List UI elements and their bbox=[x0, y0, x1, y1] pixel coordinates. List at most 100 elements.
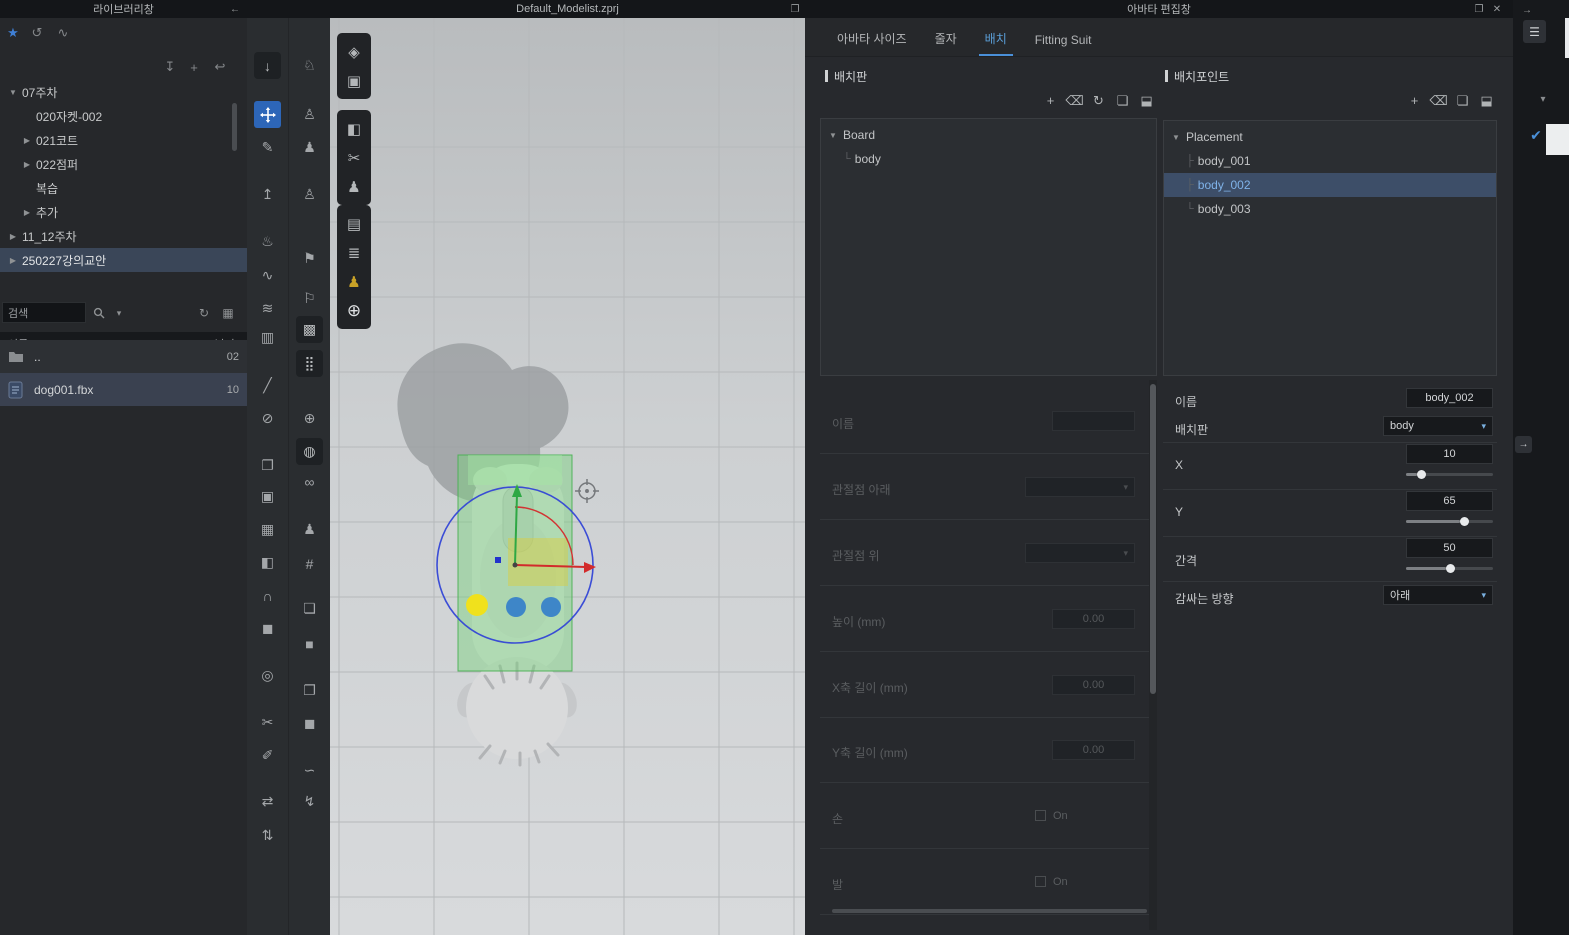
tape-tool[interactable]: ∽ bbox=[296, 757, 323, 784]
grid-view-icon[interactable]: ▦ bbox=[219, 304, 237, 322]
measure-tool[interactable]: ▥ bbox=[254, 324, 281, 351]
search-input[interactable] bbox=[2, 302, 86, 323]
board-root-row[interactable]: ▼ Board bbox=[821, 123, 1156, 147]
y-value-input[interactable]: 65 bbox=[1406, 491, 1493, 511]
viewport-titlebar[interactable]: Default_Modelist.zprj ❐ bbox=[330, 0, 805, 18]
placement-point[interactable] bbox=[541, 597, 561, 617]
bend-arrow-tool[interactable]: ↯ bbox=[296, 788, 323, 815]
cube-view-button[interactable]: ◈ bbox=[337, 37, 371, 66]
y-length-input[interactable]: 0.00 bbox=[1052, 740, 1135, 760]
expand-icon[interactable]: ▶ bbox=[8, 232, 18, 241]
pointer-down-tool[interactable]: ↓ bbox=[254, 52, 281, 79]
checker-pattern-tool[interactable]: ▩ bbox=[296, 316, 323, 343]
hand-checkbox[interactable] bbox=[1035, 810, 1046, 821]
pose-b-tool[interactable]: ♟ bbox=[296, 134, 323, 161]
viewport-canvas[interactable]: ◈ ▣ ◧ ✂ ♟ ▤ ≣ ♟ ⊕ bbox=[330, 18, 805, 935]
grid-ruler-tool[interactable]: # bbox=[296, 550, 323, 577]
file-row[interactable]: .. 02 bbox=[0, 340, 247, 373]
sync-icon[interactable]: ↺ bbox=[26, 22, 48, 44]
tree-item[interactable]: ▶022점퍼 bbox=[0, 152, 247, 176]
undo-icon[interactable]: ↩ bbox=[209, 56, 231, 78]
expand-icon[interactable]: ▼ bbox=[8, 88, 18, 97]
brush-tool[interactable]: ✐ bbox=[254, 742, 281, 769]
point-name-input[interactable]: body_002 bbox=[1406, 388, 1493, 408]
placement-item-row[interactable]: └ body_003 bbox=[1164, 197, 1496, 221]
download-icon[interactable]: ↧ bbox=[159, 56, 181, 78]
shirt-view-button[interactable]: ◧ bbox=[337, 114, 371, 143]
horizontal-scrollbar[interactable] bbox=[832, 909, 1147, 913]
fill-frame-tool[interactable]: ■ bbox=[296, 630, 323, 657]
save-board-icon[interactable]: ⬓ bbox=[1138, 92, 1155, 109]
float-window-icon[interactable]: ❐ bbox=[787, 0, 803, 18]
globe-add-tool[interactable]: ⊕ bbox=[296, 405, 323, 432]
flip-page-tool[interactable]: ❐ bbox=[254, 452, 281, 479]
board-select[interactable]: body ▾ bbox=[1383, 416, 1493, 436]
garment-half-tool[interactable]: ◧ bbox=[254, 549, 281, 576]
visible-check-icon[interactable]: ✔ bbox=[1527, 126, 1545, 144]
foot-checkbox[interactable] bbox=[1035, 876, 1046, 887]
gap-value-input[interactable]: 50 bbox=[1406, 538, 1493, 558]
sewing-tool[interactable]: ∿ bbox=[254, 262, 281, 289]
add-board-icon[interactable]: + bbox=[1042, 92, 1059, 109]
scissors-tool[interactable]: ✂ bbox=[254, 709, 281, 736]
flip-horizontal-tool[interactable]: ⇄ bbox=[254, 788, 281, 815]
expand-icon[interactable]: ▶ bbox=[22, 160, 32, 169]
expand-icon[interactable]: ▶ bbox=[22, 136, 32, 145]
walk-pose-tool[interactable]: ♘ bbox=[296, 52, 323, 79]
expand-icon[interactable]: ▶ bbox=[22, 208, 32, 217]
avatar-view-button[interactable]: ♟ bbox=[337, 172, 371, 201]
x-length-input[interactable]: 0.00 bbox=[1052, 675, 1135, 695]
collapse-left-icon[interactable]: ← bbox=[227, 0, 243, 18]
y-slider[interactable] bbox=[1406, 517, 1493, 526]
search-options-caret-icon[interactable]: ▾ bbox=[110, 304, 128, 322]
tab-avatar-size[interactable]: 아바타 사이즈 bbox=[823, 30, 921, 56]
refresh-icon[interactable]: ↻ bbox=[195, 304, 213, 322]
flip-vertical-tool[interactable]: ⇅ bbox=[254, 822, 281, 849]
frame-alt-tool[interactable]: ❐ bbox=[296, 677, 323, 704]
close-icon[interactable]: ✕ bbox=[1489, 0, 1505, 18]
pin-tool[interactable]: ↥ bbox=[254, 181, 281, 208]
placement-item-row[interactable]: ├ body_001 bbox=[1164, 149, 1496, 173]
tack-tool[interactable]: ⊘ bbox=[254, 405, 281, 432]
color-swatch[interactable] bbox=[1546, 124, 1569, 155]
placement-item-row-selected[interactable]: ├ body_002 bbox=[1164, 173, 1496, 197]
garment-dark-tool[interactable]: ◼ bbox=[254, 615, 281, 642]
layer-list-button[interactable]: ☰ bbox=[1523, 20, 1546, 43]
fabric-view-button[interactable]: ▤ bbox=[337, 209, 371, 238]
stitch-tool[interactable]: ≋ bbox=[254, 295, 281, 322]
dock-caret-icon[interactable]: ▾ bbox=[1535, 92, 1551, 106]
expand-icon[interactable]: ▶ bbox=[8, 256, 18, 265]
frame-tool[interactable]: ❏ bbox=[296, 595, 323, 622]
dock-arrow-icon[interactable]: → bbox=[1519, 2, 1535, 18]
scrollbar-thumb[interactable] bbox=[1150, 384, 1156, 694]
tree-item[interactable]: ▼07주차 bbox=[0, 80, 247, 104]
curve-pen-tool[interactable]: ✎ bbox=[254, 134, 281, 161]
slider-thumb[interactable] bbox=[1460, 517, 1469, 526]
open-point-icon[interactable]: ❏ bbox=[1454, 92, 1471, 109]
link-tool[interactable]: ∞ bbox=[296, 468, 323, 495]
pose-c-tool[interactable]: ♙ bbox=[296, 181, 323, 208]
tab-placement[interactable]: 배치 bbox=[971, 30, 1021, 56]
open-board-icon[interactable]: ❏ bbox=[1114, 92, 1131, 109]
tree-item[interactable]: ▶021코트 bbox=[0, 128, 247, 152]
tree-item[interactable]: 복습 bbox=[0, 176, 247, 200]
fill-frame-alt-tool[interactable]: ◼ bbox=[296, 710, 323, 737]
add-icon[interactable]: + bbox=[183, 56, 205, 78]
tree-item[interactable]: 020자켓-002 bbox=[0, 104, 247, 128]
x-slider[interactable] bbox=[1406, 470, 1493, 479]
editor-titlebar[interactable]: 아바타 편집창 ❐ ✕ bbox=[805, 0, 1513, 18]
favorite-star-icon[interactable]: ★ bbox=[2, 22, 24, 44]
tape-view-button[interactable]: ≣ bbox=[337, 238, 371, 267]
sphere-tool[interactable]: ◍ bbox=[296, 438, 323, 465]
press-tool[interactable]: ♨ bbox=[254, 228, 281, 255]
slider-thumb[interactable] bbox=[1446, 564, 1455, 573]
tab-fitting-suit[interactable]: Fitting Suit bbox=[1021, 33, 1106, 56]
joint-below-select[interactable]: ▾ bbox=[1025, 477, 1135, 497]
avatar-tool[interactable]: ♟ bbox=[296, 516, 323, 543]
pattern-tool[interactable]: ▦ bbox=[254, 516, 281, 543]
tab-tape[interactable]: 줄자 bbox=[921, 30, 971, 56]
wave-icon[interactable]: ∿ bbox=[52, 22, 74, 44]
expand-icon[interactable]: ▼ bbox=[1172, 133, 1182, 142]
needle-tool[interactable]: ╱ bbox=[254, 372, 281, 399]
slider-thumb[interactable] bbox=[1417, 470, 1426, 479]
